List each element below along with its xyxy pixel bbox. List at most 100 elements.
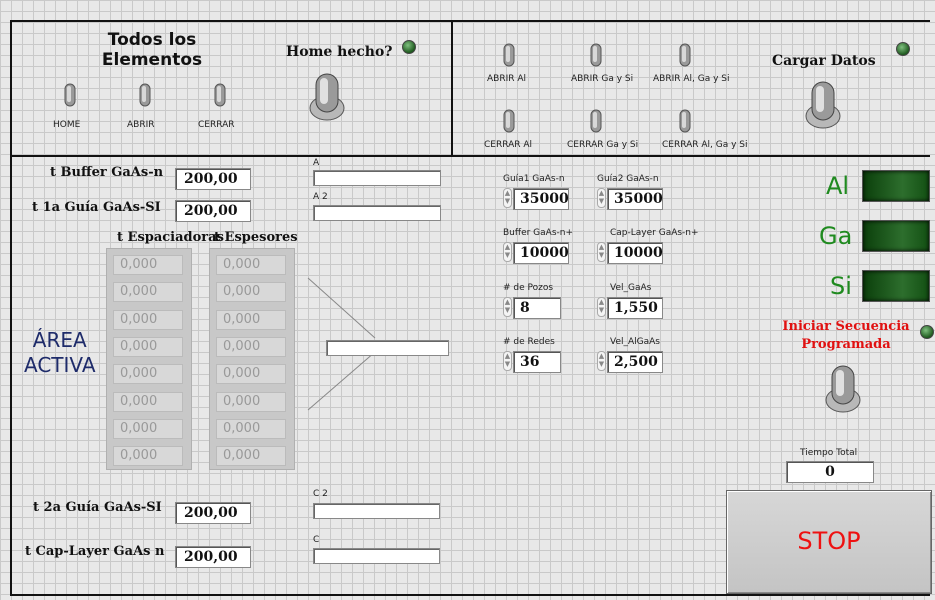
led-al-label: Al: [826, 172, 850, 200]
param-label: Cap-Layer GaAs-n+: [610, 228, 699, 238]
switch-home-label: HOME: [53, 120, 81, 130]
espaciadora-cell[interactable]: 0,000: [113, 255, 183, 275]
led-si-indicator: [862, 270, 930, 302]
front-panel: Todos los Elementos HOME ABRIR CERRAR Ho…: [0, 0, 935, 600]
todos-title: Todos los Elementos: [92, 30, 212, 70]
param-label: # de Pozos: [503, 283, 554, 293]
stepper-arrows-icon[interactable]: ▲ ▼: [597, 242, 606, 262]
cargar-lever-switch[interactable]: [798, 78, 848, 134]
cargar-datos-led-icon: [896, 42, 910, 56]
home-hecho-led-icon: [402, 40, 416, 54]
area-activa-line1: ÁREA: [32, 328, 87, 352]
vel-algaas-input[interactable]: 2,500: [607, 351, 663, 373]
t-1a-guia-input[interactable]: 200,00: [175, 200, 251, 222]
param-label: # de Redes: [503, 337, 555, 347]
divider-left: [10, 20, 12, 596]
t-1a-guia-label: t 1a Guía GaAs-SI: [32, 200, 161, 215]
divider-bottom: [10, 594, 930, 596]
led-al-indicator: [862, 170, 930, 202]
switch-abrir-label: ABRIR: [127, 120, 155, 130]
switch-cerrar-label: CERRAR: [198, 120, 235, 130]
t-buffer-label: t Buffer GaAs-n: [50, 165, 164, 180]
param-label: Buffer GaAs-n+: [503, 228, 574, 238]
pozos-input[interactable]: 8: [513, 297, 561, 319]
stepper-arrows-icon[interactable]: ▲ ▼: [597, 297, 606, 317]
cap-layer-input[interactable]: 10000: [607, 242, 663, 264]
espaciadora-cell[interactable]: 0,000: [113, 282, 183, 302]
param-label: Vel_AlGaAs: [610, 337, 660, 347]
tiempo-total-label: Tiempo Total: [800, 448, 858, 458]
redes-input[interactable]: 36: [513, 351, 561, 373]
area-activa-label: ÁREA ACTIVA: [24, 328, 96, 378]
stepper-arrows-icon[interactable]: ▲ ▼: [503, 242, 512, 262]
string-c2-indicator: [313, 503, 440, 519]
switch-abrir-ga-si[interactable]: [586, 42, 606, 72]
stepper-arrows-icon[interactable]: ▲ ▼: [503, 297, 512, 317]
guia1-input[interactable]: 35000: [513, 188, 569, 210]
t-cap-layer-label: t Cap-Layer GaAs n: [25, 544, 165, 559]
stepper-arrows-icon[interactable]: ▲ ▼: [503, 351, 512, 371]
string-c-label: C: [313, 535, 320, 545]
home-lever-switch[interactable]: [302, 70, 352, 126]
espesor-cell[interactable]: 0,000: [216, 446, 286, 466]
espaciadora-cell[interactable]: 0,000: [113, 364, 183, 384]
switch-abrir[interactable]: [135, 82, 155, 112]
string-a-label: A: [313, 158, 320, 168]
param-label: Guía2 GaAs-n: [597, 174, 659, 184]
switch-abrir-al-ga-si-label: ABRIR Al, Ga y Si: [653, 74, 730, 84]
string-active-indicator: [326, 340, 449, 356]
stepper-arrows-icon[interactable]: ▲ ▼: [597, 188, 606, 208]
home-hecho-label: Home hecho?: [286, 44, 393, 60]
espaciadora-cell[interactable]: 0,000: [113, 419, 183, 439]
switch-cerrar-ga-si[interactable]: [586, 108, 606, 138]
espesor-cell[interactable]: 0,000: [216, 419, 286, 439]
stepper-arrows-icon[interactable]: ▲ ▼: [503, 188, 512, 208]
switch-cerrar[interactable]: [210, 82, 230, 112]
string-c2-label: C 2: [313, 489, 328, 499]
divider-mid: [10, 155, 930, 157]
string-a-indicator: [313, 170, 441, 186]
tiempo-total-indicator: 0: [786, 461, 874, 483]
stop-button[interactable]: STOP: [726, 490, 932, 594]
vel-gaas-input[interactable]: 1,550: [607, 297, 663, 319]
espaciadora-cell[interactable]: 0,000: [113, 337, 183, 357]
iniciar-line1: Iniciar Secuencia: [782, 319, 910, 334]
led-ga-indicator: [862, 220, 930, 252]
espesor-cell[interactable]: 0,000: [216, 337, 286, 357]
iniciar-lever-switch[interactable]: [818, 362, 868, 418]
switch-cerrar-al-ga-si[interactable]: [675, 108, 695, 138]
espaciadora-cell[interactable]: 0,000: [113, 392, 183, 412]
guia2-input[interactable]: 35000: [607, 188, 663, 210]
switch-abrir-al[interactable]: [499, 42, 519, 72]
divider-center: [451, 20, 453, 157]
stepper-arrows-icon[interactable]: ▲ ▼: [597, 351, 606, 371]
espesor-cell[interactable]: 0,000: [216, 255, 286, 275]
todos-title-line1: Todos los: [107, 30, 197, 50]
led-si-label: Si: [830, 272, 852, 300]
switch-home[interactable]: [60, 82, 80, 112]
espesor-cell[interactable]: 0,000: [216, 310, 286, 330]
espaciadora-cell[interactable]: 0,000: [113, 310, 183, 330]
t-buffer-input[interactable]: 200,00: [175, 168, 251, 190]
switch-cerrar-al[interactable]: [499, 108, 519, 138]
area-activa-line2: ACTIVA: [24, 353, 96, 377]
t-2a-guia-input[interactable]: 200,00: [175, 502, 251, 524]
espesor-cell[interactable]: 0,000: [216, 392, 286, 412]
switch-cerrar-al-label: CERRAR Al: [484, 140, 533, 150]
iniciar-line2: Programada: [801, 337, 891, 352]
switch-abrir-al-ga-si[interactable]: [675, 42, 695, 72]
string-a2-label: A 2: [313, 192, 328, 202]
t-cap-layer-input[interactable]: 200,00: [175, 546, 251, 568]
switch-abrir-ga-si-label: ABRIR Ga y Si: [571, 74, 634, 84]
espesor-cell[interactable]: 0,000: [216, 282, 286, 302]
cargar-datos-label: Cargar Datos: [772, 53, 876, 69]
switch-abrir-al-label: ABRIR Al: [487, 74, 527, 84]
t-espesores-label: t Espesores: [214, 230, 298, 245]
iniciar-led-icon: [920, 325, 934, 339]
buffer-input[interactable]: 10000: [513, 242, 569, 264]
t-espaciadoras-label: t Espaciadoras: [117, 230, 224, 245]
espesor-cell[interactable]: 0,000: [216, 364, 286, 384]
param-label: Vel_GaAs: [610, 283, 652, 293]
todos-title-line2: Elementos: [101, 50, 203, 70]
espaciadora-cell[interactable]: 0,000: [113, 446, 183, 466]
